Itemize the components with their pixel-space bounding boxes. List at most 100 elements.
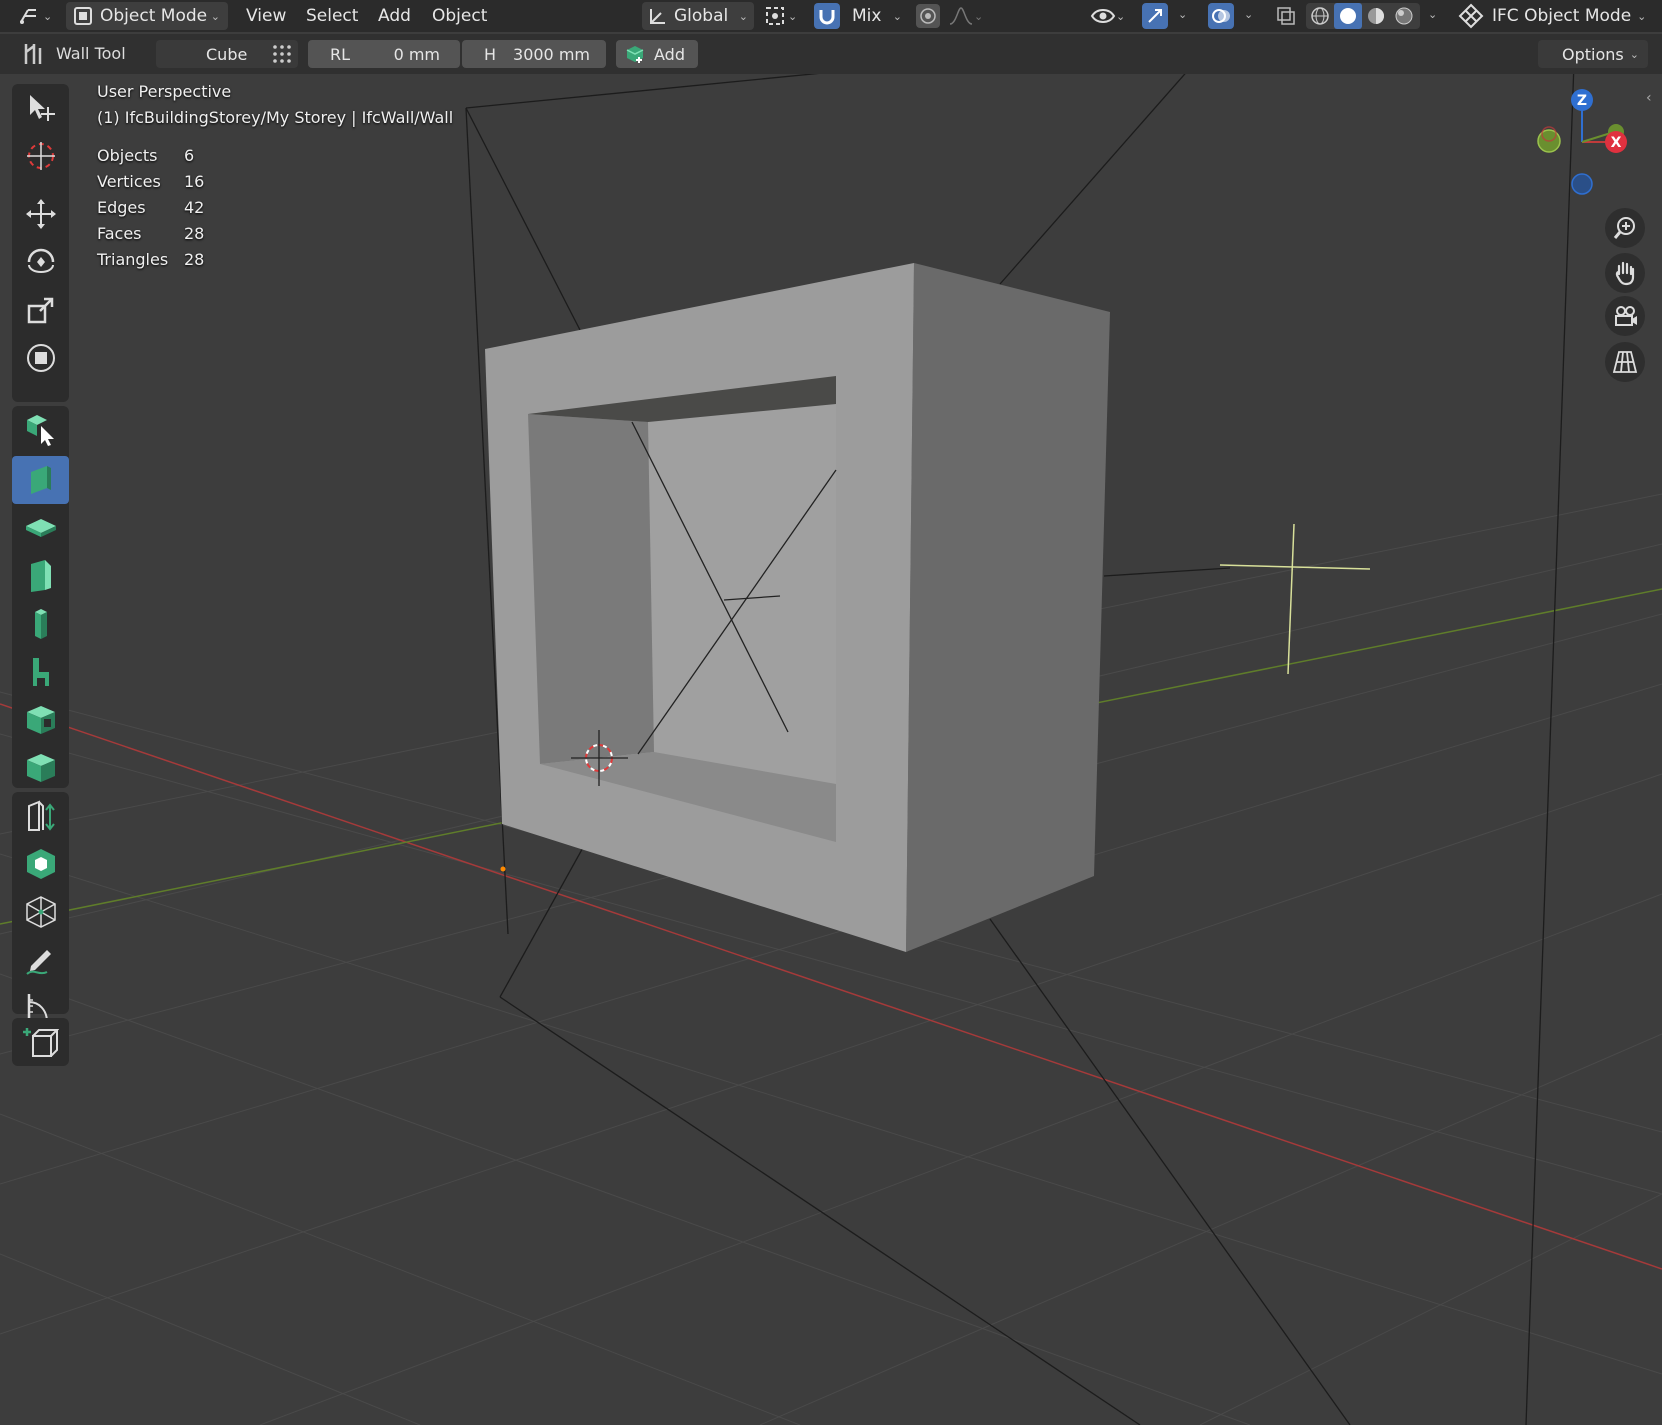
chevron-down-icon[interactable]: ⌄ bbox=[1428, 8, 1437, 21]
scale-icon bbox=[27, 297, 53, 324]
orientation-label: Global bbox=[674, 6, 729, 26]
visibility-dropdown[interactable]: ⌄ bbox=[1090, 2, 1134, 30]
pivot-icon bbox=[766, 7, 784, 25]
chevron-down-icon: ⌄ bbox=[788, 9, 798, 23]
options-dropdown[interactable]: Options ⌄ bbox=[1538, 40, 1648, 68]
menu-view[interactable]: View bbox=[240, 4, 292, 28]
grid-perspective-icon bbox=[1612, 351, 1638, 373]
add-cube-tool[interactable] bbox=[12, 1018, 69, 1066]
add-cube-icon bbox=[22, 1028, 59, 1057]
overlays-toggle[interactable] bbox=[1208, 3, 1234, 29]
ortho-toggle-button[interactable] bbox=[1605, 342, 1645, 382]
profile-selector[interactable]: Cube bbox=[156, 40, 298, 68]
pivot-point-dropdown[interactable]: ⌄ bbox=[764, 2, 806, 30]
active-context: (1) IfcBuildingStorey/My Storey | IfcWal… bbox=[97, 108, 454, 127]
scene-canvas[interactable] bbox=[0, 74, 1662, 1425]
xray-toggle[interactable] bbox=[1274, 4, 1298, 28]
ifc-tools-group bbox=[12, 406, 69, 788]
menu-add[interactable]: Add bbox=[372, 4, 417, 28]
material-shading-button[interactable] bbox=[1362, 3, 1390, 29]
grid-dots-icon bbox=[273, 45, 291, 63]
snap-toggle[interactable] bbox=[814, 3, 840, 29]
stat-value: 6 bbox=[184, 145, 195, 165]
eye-icon bbox=[1090, 9, 1116, 23]
navigation-gizmo[interactable]: Z X bbox=[1526, 80, 1636, 210]
x-axis-label: X bbox=[1611, 135, 1622, 151]
stat-row: Faces 28 bbox=[97, 220, 204, 246]
overlays-icon bbox=[1212, 9, 1230, 23]
slab-tool-icon bbox=[25, 519, 56, 537]
opening-tool[interactable] bbox=[12, 696, 69, 744]
furniture-tool[interactable] bbox=[12, 648, 69, 696]
transform-orientation-dropdown[interactable]: Global ⌄ bbox=[642, 2, 754, 30]
move-icon bbox=[25, 199, 56, 229]
cube-tool[interactable] bbox=[12, 744, 69, 792]
rl-field[interactable]: RL 0 mm bbox=[308, 40, 460, 68]
scene-stats: Objects 6 Vertices 16 Edges 42 Faces 28 Tria… bbox=[97, 142, 204, 272]
rendered-shading-button[interactable] bbox=[1390, 3, 1418, 29]
annotate-tool[interactable] bbox=[12, 936, 69, 984]
gizmo-icon bbox=[1148, 9, 1162, 23]
snap-target-dropdown[interactable]: Mix ⌄ bbox=[842, 2, 906, 30]
ifc-mode-dropdown[interactable]: IFC Object Mode ⌄ bbox=[1458, 2, 1656, 30]
stat-label: Vertices bbox=[97, 171, 161, 191]
falloff-icon bbox=[949, 7, 973, 25]
orientation-icon bbox=[650, 9, 665, 24]
chevron-down-icon: ⌄ bbox=[210, 9, 220, 23]
stat-row: Triangles 28 bbox=[97, 246, 204, 272]
tool-name: Wall Tool bbox=[56, 44, 126, 63]
proportional-edit-toggle[interactable] bbox=[916, 4, 940, 28]
mode-label: Object Mode bbox=[100, 6, 208, 26]
menu-select[interactable]: Select bbox=[300, 4, 364, 28]
shading-buttons bbox=[1306, 3, 1420, 29]
scale-tool[interactable] bbox=[12, 286, 69, 334]
origin-point bbox=[500, 866, 506, 872]
zoom-button[interactable] bbox=[1605, 208, 1645, 248]
height-field[interactable]: H 3000 mm bbox=[462, 40, 606, 68]
rotate-tool[interactable] bbox=[12, 238, 69, 286]
chevron-down-icon: ⌄ bbox=[738, 9, 748, 23]
slab-tool[interactable] bbox=[12, 504, 69, 552]
add-wall-button[interactable]: Add bbox=[616, 40, 698, 68]
header-bar: ⌄ Object Mode ⌄ View Select Add Object G… bbox=[0, 0, 1662, 32]
door-tool-icon bbox=[30, 560, 51, 592]
zoom-icon bbox=[1613, 217, 1635, 239]
mesh-tool[interactable] bbox=[12, 888, 69, 936]
gizmo-toggle[interactable] bbox=[1142, 3, 1168, 29]
wall-tool[interactable] bbox=[12, 456, 69, 504]
extrude-tool[interactable] bbox=[12, 792, 69, 840]
mode-selector[interactable]: Object Mode ⌄ bbox=[66, 2, 228, 30]
column-tool[interactable] bbox=[12, 600, 69, 648]
3d-viewport[interactable]: User Perspective (1) IfcBuildingStorey/M… bbox=[0, 74, 1662, 1425]
chevron-down-icon[interactable]: ⌄ bbox=[1244, 8, 1253, 21]
solid-sphere-icon bbox=[1340, 8, 1356, 24]
rendered-sphere-icon bbox=[1395, 7, 1413, 25]
menu-object[interactable]: Object bbox=[426, 4, 493, 28]
solid-shading-button[interactable] bbox=[1334, 3, 1362, 29]
cursor-tool[interactable] bbox=[12, 132, 69, 180]
height-label: H bbox=[484, 44, 497, 64]
move-tool[interactable] bbox=[12, 190, 69, 238]
view-name: User Perspective bbox=[97, 82, 232, 101]
stat-value: 42 bbox=[184, 197, 205, 217]
chevron-down-icon: ⌄ bbox=[43, 9, 53, 23]
editor-type-button[interactable]: ⌄ bbox=[18, 4, 56, 28]
falloff-dropdown[interactable]: ⌄ bbox=[948, 4, 988, 28]
ifc-object-tool[interactable] bbox=[12, 840, 69, 888]
tool-settings-bar: Wall Tool Cube RL 0 mm H 3000 mm Add Opt… bbox=[0, 34, 1662, 74]
camera-view-button[interactable] bbox=[1605, 296, 1645, 336]
ifc-select-tool[interactable] bbox=[12, 406, 69, 454]
options-label: Options bbox=[1562, 44, 1624, 64]
stat-label: Triangles bbox=[97, 249, 169, 269]
rl-value: 0 mm bbox=[393, 44, 440, 64]
select-tool[interactable] bbox=[12, 84, 69, 132]
transform-tool[interactable] bbox=[12, 334, 69, 382]
wireframe-sphere-icon bbox=[1311, 7, 1329, 25]
opening-tool-icon bbox=[26, 706, 55, 734]
door-tool[interactable] bbox=[12, 552, 69, 600]
camera-icon bbox=[1615, 306, 1637, 326]
pan-button[interactable] bbox=[1605, 253, 1645, 293]
sidebar-toggle[interactable]: ‹ bbox=[1646, 90, 1652, 106]
chevron-down-icon[interactable]: ⌄ bbox=[1178, 8, 1187, 21]
wireframe-shading-button[interactable] bbox=[1306, 3, 1334, 29]
